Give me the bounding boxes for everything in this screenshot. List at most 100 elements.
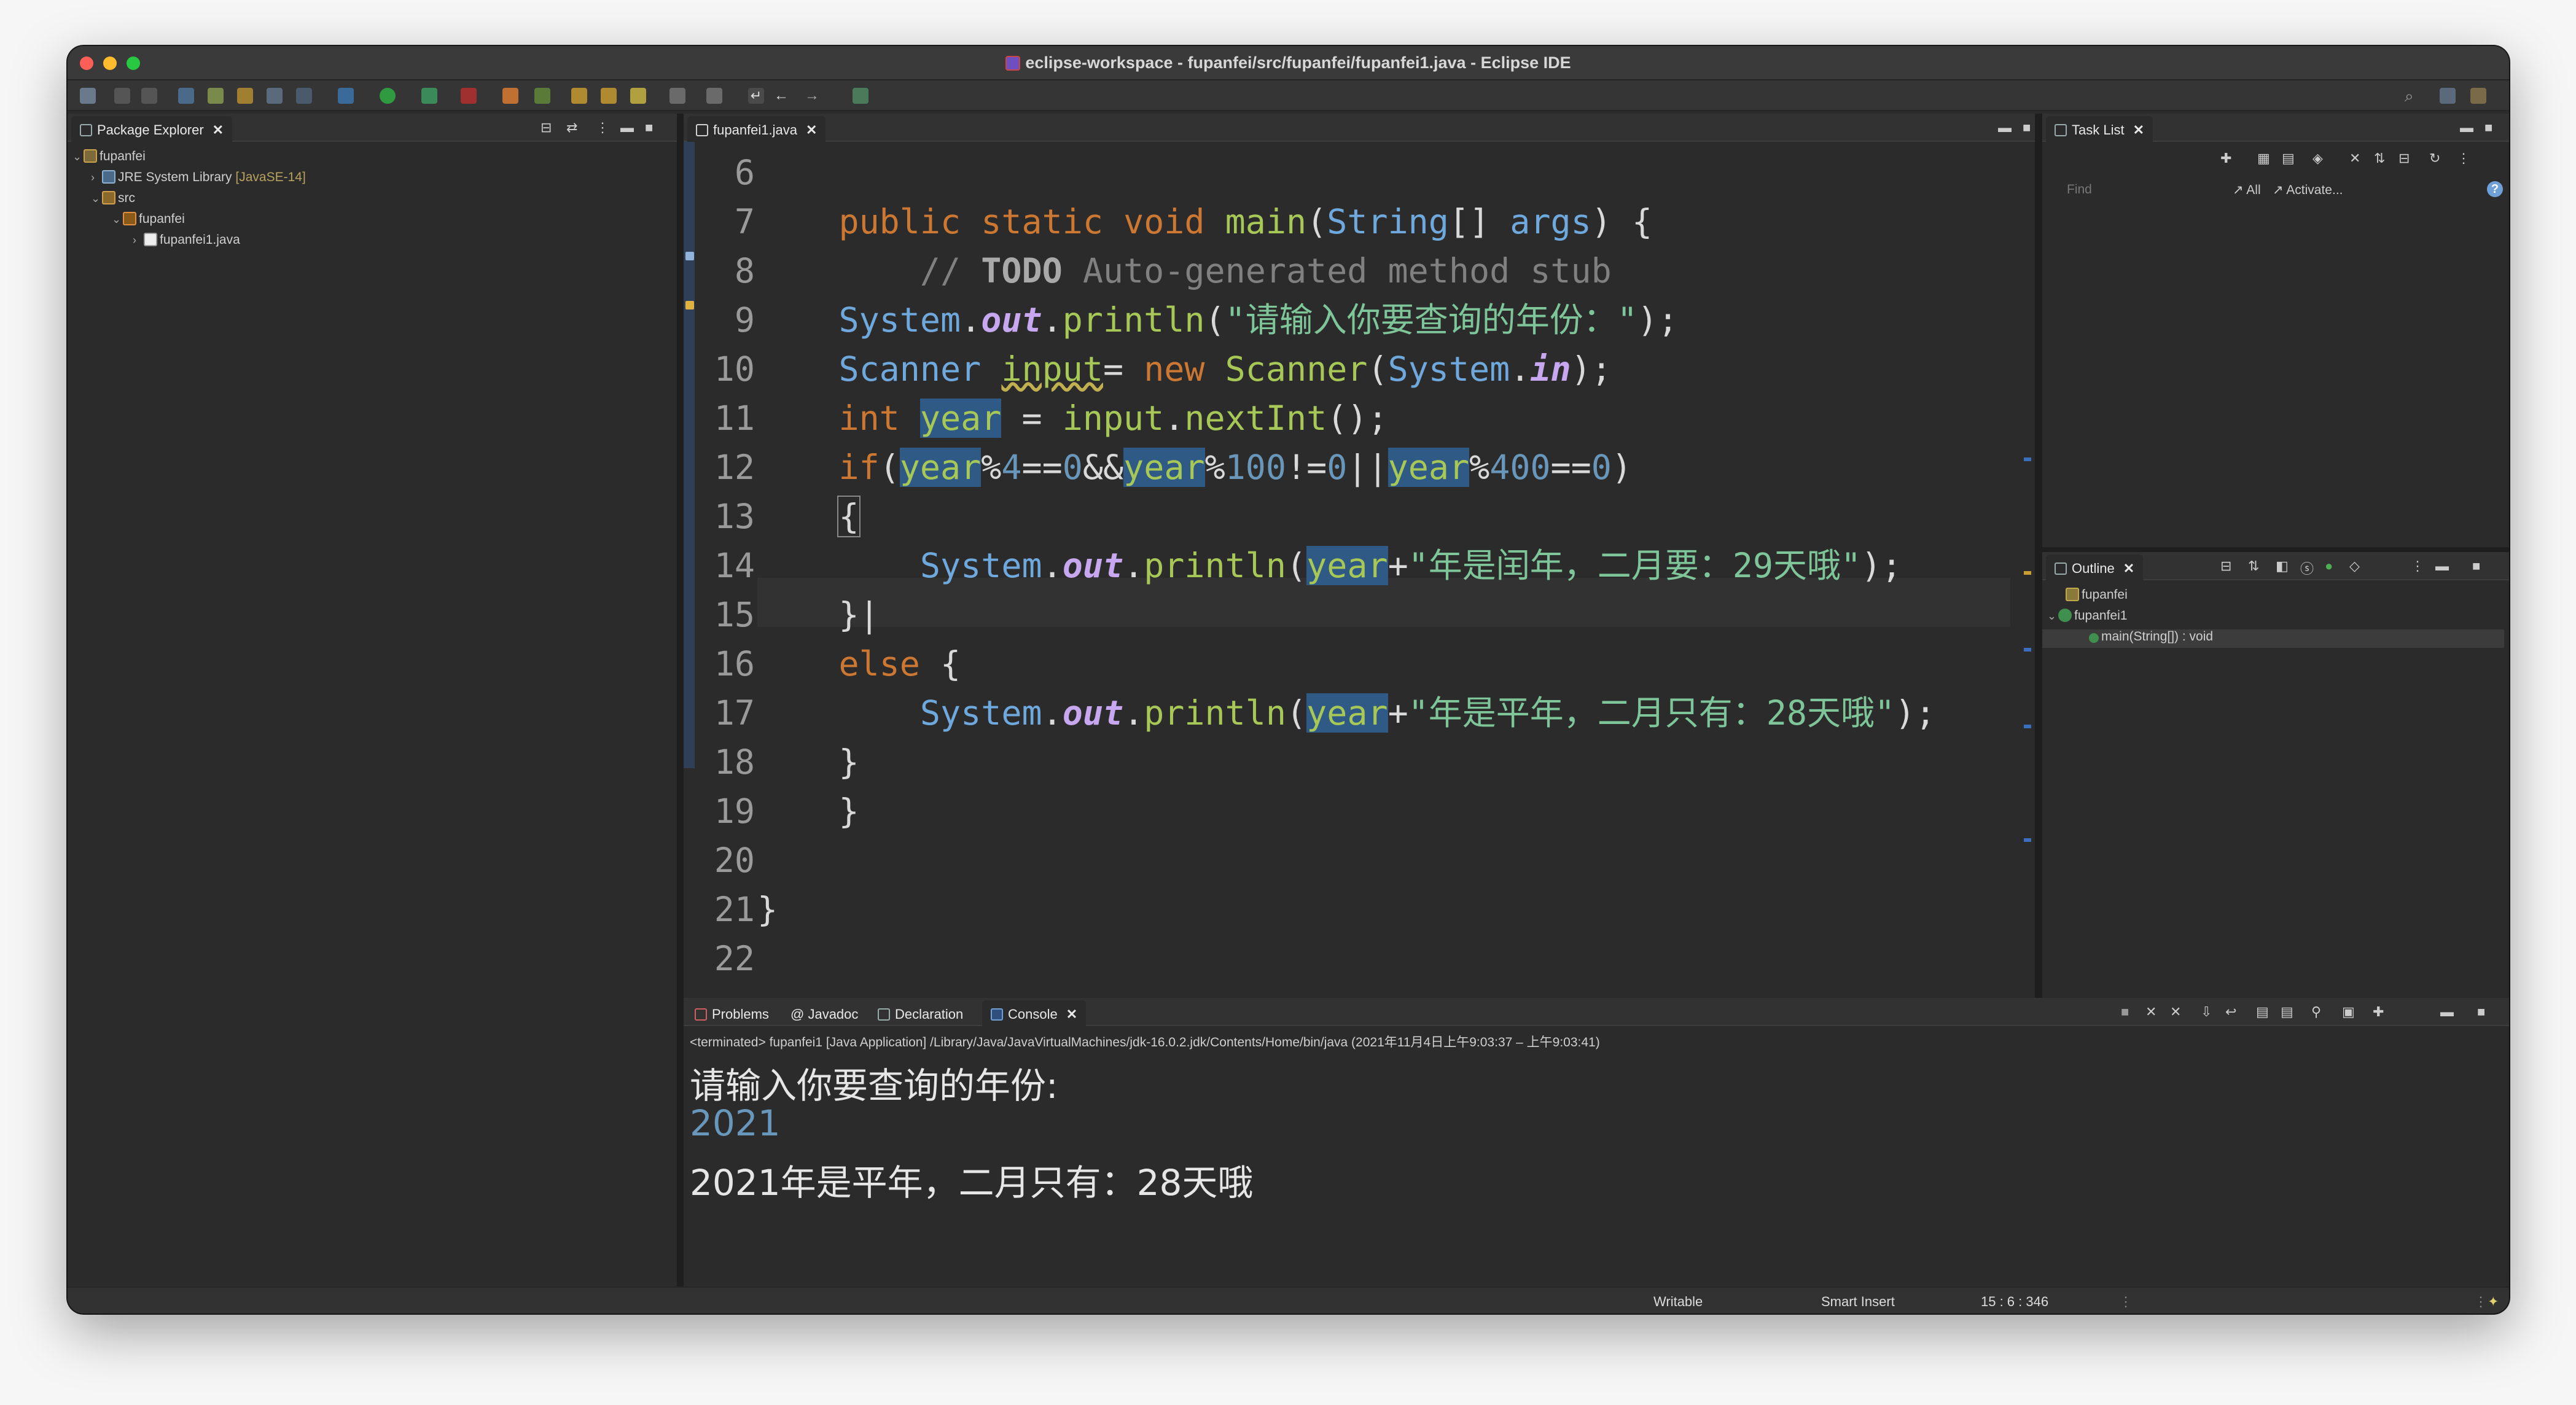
hide-static-icon[interactable]: ⓢ: [2300, 558, 2314, 578]
external-tools-icon[interactable]: [461, 88, 477, 104]
scroll-lock-icon[interactable]: ⇩: [2201, 1004, 2212, 1020]
task-marker-icon[interactable]: [685, 252, 694, 260]
annotation-icon[interactable]: [630, 88, 646, 104]
tab-declaration[interactable]: Declaration: [869, 1000, 972, 1026]
terminate-icon[interactable]: ■: [2121, 1004, 2129, 1020]
next-annotation-icon[interactable]: [669, 88, 685, 104]
tree-item-java-file[interactable]: › fupanfei1.java: [133, 233, 240, 251]
categorized-icon[interactable]: ▦: [2257, 150, 2270, 166]
collapse-all-icon[interactable]: ⊟: [541, 120, 552, 136]
minimize-icon[interactable]: ▬: [620, 120, 634, 136]
open-console-icon[interactable]: ✚: [2373, 1004, 2384, 1020]
all-filter[interactable]: ↗ All: [2233, 182, 2261, 198]
tab-task-list[interactable]: Task List ✕: [2046, 116, 2153, 142]
save-all-icon[interactable]: [141, 88, 157, 104]
tab-problems[interactable]: Problems: [686, 1000, 778, 1026]
outline-item-class[interactable]: ⌄ fupanfei1: [2047, 609, 2127, 627]
pin-console-icon[interactable]: ⚲: [2311, 1004, 2321, 1020]
save-icon[interactable]: [114, 88, 130, 104]
search-icon[interactable]: ⌕: [2405, 88, 2421, 104]
tip-lightbulb-icon[interactable]: ✦: [2488, 1294, 2499, 1310]
collapse-all-icon[interactable]: ⊟: [2398, 150, 2410, 166]
left-sash[interactable]: [677, 114, 684, 1286]
collapse-all-icon[interactable]: ⊟: [2220, 558, 2231, 574]
minimize-icon[interactable]: ▬: [1998, 120, 2012, 136]
minimize-icon[interactable]: ▬: [2440, 1004, 2454, 1020]
overview-ruler-mark[interactable]: [2024, 457, 2031, 461]
new-task-icon[interactable]: ✚: [2220, 150, 2231, 166]
sync-icon[interactable]: ↻: [2429, 150, 2440, 166]
console-input-line[interactable]: 2021: [690, 1102, 781, 1144]
new-icon[interactable]: [80, 88, 96, 104]
minimize-icon[interactable]: ▬: [2460, 120, 2473, 136]
outline-item-package[interactable]: fupanfei: [2066, 588, 2128, 606]
chevron-right-icon[interactable]: ›: [133, 234, 144, 247]
open-file-icon[interactable]: [601, 88, 617, 104]
right-sash[interactable]: [2035, 114, 2042, 998]
maximize-icon[interactable]: ■: [2023, 120, 2031, 136]
open-type-icon[interactable]: [178, 88, 194, 104]
show-whitespace-icon[interactable]: [267, 88, 283, 104]
remove-all-icon[interactable]: ✕: [2170, 1004, 2181, 1020]
show-stdout-icon[interactable]: ▤: [2256, 1004, 2269, 1020]
cursor-position-status[interactable]: 15 : 6 : 346: [1981, 1294, 2048, 1310]
overview-ruler-mark[interactable]: [2024, 725, 2031, 728]
tree-item-src[interactable]: ⌄ src: [91, 191, 135, 209]
new-class-icon[interactable]: [534, 88, 550, 104]
minimize-icon[interactable]: ▬: [2435, 558, 2449, 574]
chevron-down-icon[interactable]: ⌄: [91, 192, 102, 205]
focus-icon[interactable]: ⇅: [2374, 150, 2385, 166]
close-icon[interactable]: ✕: [806, 122, 817, 138]
forward-icon[interactable]: →: [805, 88, 821, 104]
open-perspective-icon[interactable]: [2440, 88, 2456, 104]
last-edit-icon[interactable]: ↵: [748, 88, 764, 104]
maximize-icon[interactable]: ■: [2472, 558, 2480, 574]
tab-javadoc[interactable]: @ Javadoc: [782, 1000, 867, 1026]
maximize-icon[interactable]: ■: [2484, 120, 2492, 136]
chevron-down-icon[interactable]: ⌄: [112, 213, 123, 226]
hide-nonpublic-icon[interactable]: ●: [2325, 558, 2333, 574]
show-stderr-icon[interactable]: ▤: [2281, 1004, 2293, 1020]
close-icon[interactable]: ✕: [2123, 561, 2134, 576]
help-icon[interactable]: ?: [2487, 181, 2503, 197]
warning-marker-icon[interactable]: [685, 301, 694, 309]
display-console-icon[interactable]: ▣: [2342, 1004, 2355, 1020]
outline-item-method[interactable]: main(String[]) : void: [2042, 629, 2504, 648]
tab-fupanfei1-java[interactable]: fupanfei1.java ✕: [687, 116, 826, 142]
maximize-icon[interactable]: ■: [2477, 1004, 2485, 1020]
view-menu-icon[interactable]: ⋮: [2457, 150, 2470, 166]
scheduled-icon[interactable]: ▤: [2282, 150, 2295, 166]
hide-local-types-icon[interactable]: ◇: [2349, 558, 2360, 574]
hide-completed-icon[interactable]: ✕: [2349, 150, 2360, 166]
block-selection-icon[interactable]: [296, 88, 312, 104]
tree-item-project[interactable]: ⌄ fupanfei: [72, 149, 146, 168]
overview-ruler-mark[interactable]: [2024, 648, 2031, 652]
outline-sash[interactable]: [2042, 547, 2509, 552]
chevron-right-icon[interactable]: ›: [91, 171, 102, 184]
insert-mode-status[interactable]: Smart Insert: [1821, 1294, 1895, 1310]
link-editor-icon[interactable]: ⇄: [566, 120, 577, 136]
chevron-down-icon[interactable]: ⌄: [72, 150, 84, 163]
close-icon[interactable]: ✕: [1066, 1006, 1077, 1022]
highlight-icon[interactable]: [237, 88, 253, 104]
open-folder-icon[interactable]: [571, 88, 587, 104]
tab-package-explorer[interactable]: Package Explorer ✕: [71, 116, 233, 142]
tree-item-package[interactable]: ⌄ fupanfei: [112, 212, 185, 230]
code-editor[interactable]: fupanfei1.java ✕ ▬ ■ 6 7 8 9 10 11 12 13 …: [684, 114, 2035, 998]
activate-filter[interactable]: ↗ Activate...: [2273, 182, 2343, 198]
close-icon[interactable]: ✕: [2133, 122, 2144, 138]
tree-item-jre[interactable]: › JRE System Library [JavaSE-14]: [91, 170, 306, 189]
debug-icon[interactable]: [338, 88, 354, 104]
pin-editor-icon[interactable]: [853, 88, 868, 104]
hide-fields-icon[interactable]: ◧: [2276, 558, 2289, 574]
remove-launch-icon[interactable]: ✕: [2145, 1004, 2156, 1020]
maximize-icon[interactable]: ■: [645, 120, 653, 136]
find-input[interactable]: Find: [2067, 182, 2092, 197]
view-menu-icon[interactable]: ⋮: [2411, 558, 2424, 574]
overview-ruler-mark[interactable]: [2024, 571, 2031, 575]
back-icon[interactable]: ←: [774, 88, 790, 104]
view-menu-icon[interactable]: ⋮: [596, 120, 609, 136]
tab-console[interactable]: Console ✕: [982, 1000, 1087, 1026]
run-icon[interactable]: [380, 88, 396, 104]
java-perspective-icon[interactable]: [2470, 88, 2486, 104]
